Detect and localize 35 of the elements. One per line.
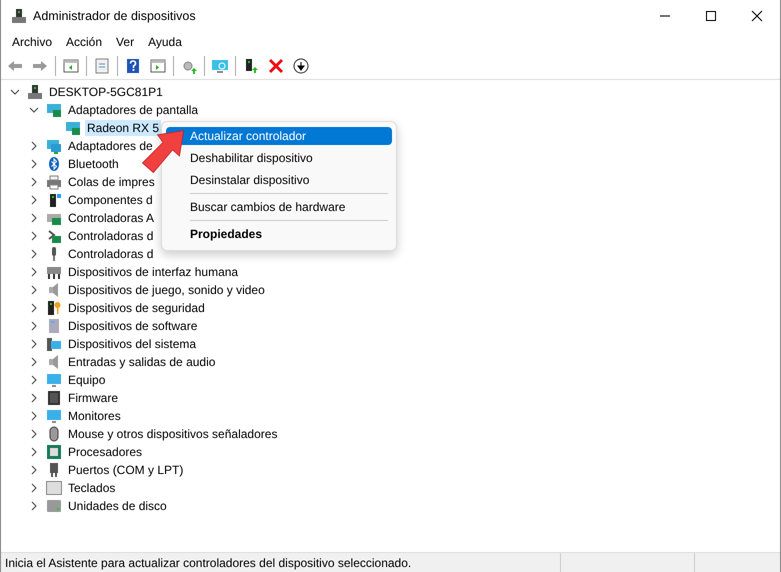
menu-item[interactable]: Archivo [5,33,60,51]
menu-item[interactable]: Buscar cambios de hardware [166,198,392,216]
tree-item[interactable]: Dispositivos del sistema [66,336,198,352]
tree-item[interactable]: Teclados [66,480,118,496]
menu-item[interactable]: Acción [59,33,110,51]
tree-item[interactable]: Controladoras d [66,228,156,244]
tree-item[interactable]: Colas de impres [66,174,157,190]
menu-item[interactable]: Deshabilitar dispositivo [166,149,392,167]
tree-item[interactable]: Adaptadores de [66,138,155,154]
window-title: Administrador de dispositivos [33,8,196,25]
tree-item[interactable]: Equipo [66,372,108,388]
tree-item[interactable]: Dispositivos de interfaz humana [66,264,240,280]
tree-item[interactable]: Controladoras d [66,246,156,262]
tree-item[interactable]: Dispositivos de juego, sonido y video [66,282,267,298]
menu-item[interactable]: Actualizar controlador [166,127,392,145]
menu-item[interactable]: Propiedades [166,225,392,243]
tree-item[interactable]: Componentes d [66,192,155,208]
menu-item[interactable]: Ver [109,33,142,51]
tree-item[interactable]: Dispositivos de software [66,318,200,334]
tree-item[interactable]: Dispositivos de seguridad [66,300,207,316]
tree-item[interactable]: Puertos (COM y LPT) [66,462,186,478]
tree-item[interactable]: Adaptadores de pantalla [66,102,200,118]
tree-item[interactable]: Radeon RX 5 [85,120,162,136]
tree-item[interactable]: Firmware [66,390,120,406]
menu-item[interactable]: Ayuda [141,33,189,51]
tree-item[interactable]: Entradas y salidas de audio [66,354,218,370]
tree-item[interactable]: Unidades de disco [66,498,169,514]
tree-item[interactable]: Monitores [66,408,123,424]
tree-item[interactable]: Bluetooth [66,156,121,172]
tree-item[interactable]: DESKTOP-5GC81P1 [47,84,165,100]
status-text: Inicia el Asistente para actualizar controladores del dispositivo seleccionado. [4,554,412,572]
menu-item[interactable]: Desinstalar dispositivo [166,171,392,189]
tree-item[interactable]: Controladoras A [66,210,156,226]
tree-item[interactable]: Mouse y otros dispositivos señaladores [66,426,280,442]
tree-item[interactable]: Procesadores [66,444,144,460]
